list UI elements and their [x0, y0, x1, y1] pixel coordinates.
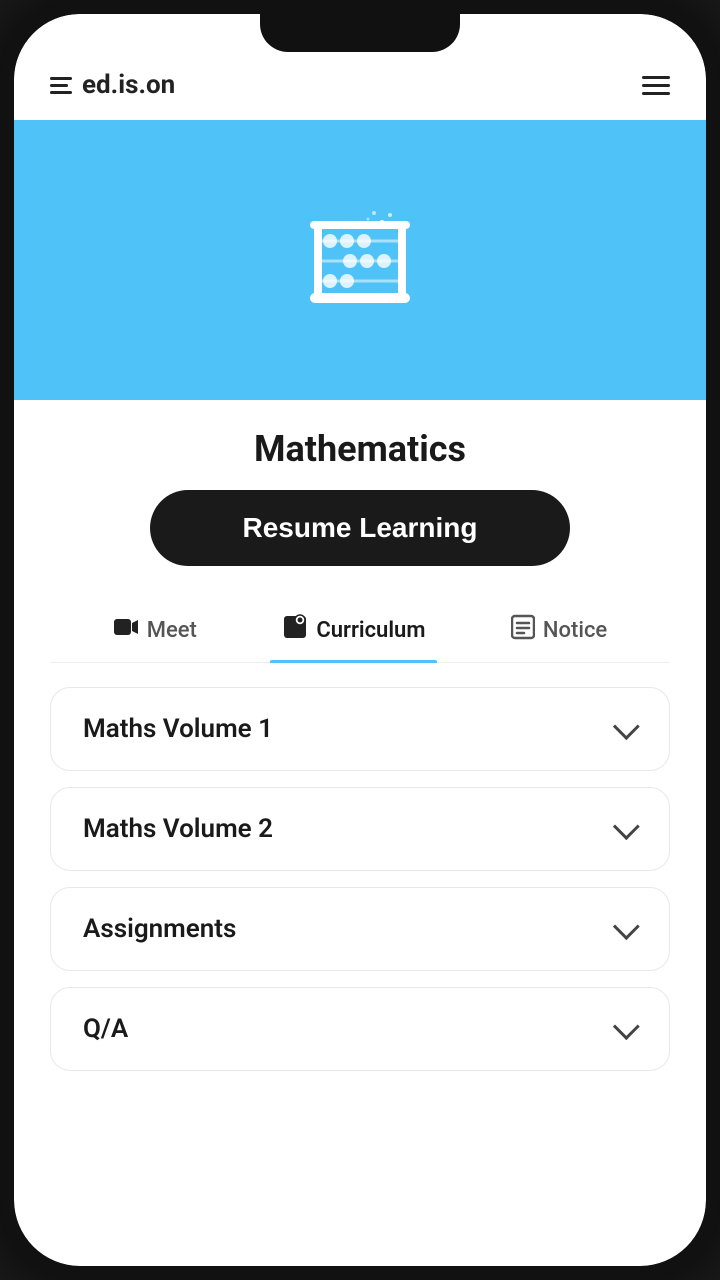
phone-notch — [260, 14, 460, 52]
course-info: Mathematics Resume Learning Meet — [14, 400, 706, 663]
accordion-qa[interactable]: Q/A — [50, 987, 670, 1071]
tab-meet-label: Meet — [147, 618, 197, 643]
chevron-down-icon-vol1 — [609, 715, 637, 743]
tab-notice-label: Notice — [543, 618, 607, 643]
meet-icon — [113, 616, 139, 644]
accordion-assignments-label: Assignments — [83, 914, 236, 944]
tab-notice[interactable]: Notice — [499, 598, 619, 662]
logo[interactable]: ed.is.on — [50, 70, 175, 100]
course-title: Mathematics — [254, 428, 466, 470]
tab-meet[interactable]: Meet — [101, 600, 209, 660]
logo-hamburger-icon — [50, 77, 72, 94]
screen: ed.is.on — [14, 14, 706, 1266]
curriculum-icon — [282, 614, 308, 646]
accordion-maths-vol-1-label: Maths Volume 1 — [83, 714, 273, 744]
accordion-maths-vol-2[interactable]: Maths Volume 2 — [50, 787, 670, 871]
chevron-down-icon-qa — [609, 1015, 637, 1043]
resume-learning-button[interactable]: Resume Learning — [150, 490, 570, 566]
accordion-qa-label: Q/A — [83, 1014, 128, 1044]
accordion-assignments[interactable]: Assignments — [50, 887, 670, 971]
tab-curriculum-label: Curriculum — [316, 618, 425, 643]
abacus-icon — [300, 205, 420, 315]
accordion-list: Maths Volume 1 Maths Volume 2 Assignment… — [14, 663, 706, 1266]
tab-curriculum[interactable]: Curriculum — [270, 598, 437, 662]
accordion-maths-vol-2-label: Maths Volume 2 — [83, 814, 273, 844]
chevron-down-icon-vol2 — [609, 815, 637, 843]
logo-text: ed.is.on — [82, 70, 175, 100]
accordion-maths-vol-1[interactable]: Maths Volume 1 — [50, 687, 670, 771]
phone-frame: ed.is.on — [0, 0, 720, 1280]
tabs-bar: Meet Curriculum — [50, 598, 670, 663]
chevron-down-icon-assignments — [609, 915, 637, 943]
hero-banner — [14, 120, 706, 400]
hamburger-menu-button[interactable] — [642, 76, 670, 95]
notice-icon — [511, 614, 535, 646]
